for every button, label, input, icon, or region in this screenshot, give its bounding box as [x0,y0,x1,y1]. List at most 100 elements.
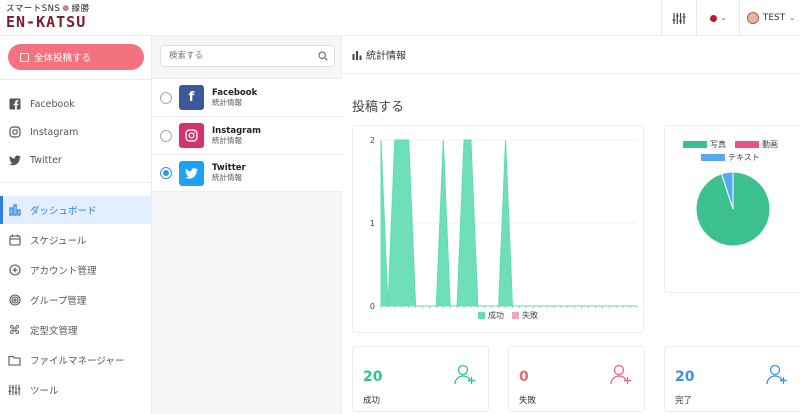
account-radio[interactable] [160,167,172,179]
sidebar-item-label: ファイルマネージャー [30,356,125,367]
account-name: Facebook [212,87,258,98]
legend-label: 写真 [710,139,726,149]
y-tick-label: 1 [370,219,375,228]
stat-card-complete: 20 完了 [664,346,800,412]
search-input[interactable] [160,45,335,67]
sidebar-item-accounts[interactable]: アカウント管理 [0,256,152,284]
y-tick-label: 2 [370,136,375,145]
stat-label: 失敗 [519,396,537,406]
edit-icon [20,52,29,62]
sliders-icon [8,384,21,397]
legend-swatch [735,141,759,148]
media-type-pie-chart: 写真 動画テキスト [683,139,778,247]
top-bar: スマートSNS ❁ 縁勝 EN-KATSU ⌄ TEST ⌄ [0,0,800,36]
user-plus-icon [766,364,787,385]
stat-value: 20 [675,369,695,385]
main-content: 統計情報 投稿する 0 1 2 成功 失敗 写真 動画 テキスト 20 成功 0 失敗 20… [342,36,800,414]
divider [0,182,152,183]
legend-swatch [478,312,485,319]
logo-title: EN-KATSU [6,13,87,31]
account-sub: 統計情報 [212,173,242,182]
account-name: Twitter [212,163,246,173]
stat-label: 完了 [675,396,693,406]
legend-swatch [683,141,707,148]
sidebar-item-schedule[interactable]: スケジュール [0,226,152,254]
plus-circle-icon [8,264,21,277]
stat-value: 20 [363,369,383,385]
posts-chart-card: 0 1 2 成功 失敗 [352,125,644,333]
folder-icon [8,354,21,367]
user-menu[interactable]: TEST ⌄ [742,0,800,36]
account-radio[interactable] [160,129,172,142]
account-item-instagram[interactable]: Instagram 統計情報 [152,116,342,154]
section-title: 投稿する [352,100,405,115]
post-all-label: 全体投稿する [34,53,92,64]
sidebar-item-label: グループ管理 [30,296,87,307]
sidebar-item-label: ツール [30,386,59,397]
japan-flag-icon [709,14,717,22]
stat-value: 0 [519,369,529,385]
account-radio[interactable] [160,91,172,104]
bar-chart-icon [8,204,21,217]
twitter-icon [179,160,204,186]
post-all-button[interactable]: 全体投稿する [8,44,144,70]
posts-area-chart: 0 1 2 成功 失敗 [370,136,638,320]
legend-label: 動画 [762,140,778,149]
sidebar-item-instagram[interactable]: Instagram [0,118,152,146]
media-type-chart-card: 写真 動画 テキスト [664,125,800,293]
calendar-icon [8,234,21,247]
account-sub: 統計情報 [212,97,242,107]
sidebar-item-label: Instagram [30,126,79,138]
chevron-down-icon: ⌄ [789,14,796,22]
divider [0,79,152,80]
legend-swatch [512,312,519,319]
account-sub: 統計情報 [212,135,242,145]
sidebar-item-file-manager[interactable]: ファイルマネージャー [0,346,152,374]
sidebar: 全体投稿する Facebook Instagram Twitter ダッシュボー… [0,36,152,414]
user-plus-icon [610,364,631,385]
app-logo[interactable]: スマートSNS ❁ 縁勝 EN-KATSU [6,2,90,32]
account-item-twitter[interactable]: Twitter 統計情報 [152,154,342,192]
avatar [746,12,759,24]
search-icon[interactable] [318,51,328,61]
divider [739,0,740,36]
legend-label: 失敗 [522,310,538,320]
settings-sliders-button[interactable] [662,0,696,36]
sidebar-item-label: ダッシュボード [30,206,97,217]
user-plus-icon [454,364,475,385]
sidebar-item-label: アカウント管理 [30,266,97,277]
legend-label: テキスト [728,153,760,162]
logo-mark-icon: ❁ [62,3,70,13]
stat-label: 成功 [363,396,381,406]
facebook-icon: f [179,85,204,110]
stat-card-failure: 0 失敗 [508,346,645,412]
sliders-icon [672,12,686,24]
user-name: TEST [762,13,786,23]
account-item-facebook[interactable]: f Facebook 統計情報 [152,78,342,116]
language-dropdown[interactable]: ⌄ [697,0,739,36]
twitter-icon [8,154,21,167]
sidebar-item-tools[interactable]: ツール [0,376,152,404]
facebook-icon [8,98,21,111]
bar-chart-icon [352,50,362,60]
legend-label: 成功 [488,310,504,320]
page-header: 統計情報 [342,36,800,74]
sidebar-item-groups[interactable]: グループ管理 [0,286,152,314]
sidebar-item-facebook[interactable]: Facebook [0,90,152,118]
account-list-panel: f Facebook 統計情報 Instagram 統計情報 Twitter 統… [152,36,342,414]
account-name: Instagram [212,125,261,136]
target-icon [8,294,21,307]
sidebar-item-templates[interactable]: ⌘ 定型文管理 [0,316,152,344]
sidebar-item-label: Twitter [30,154,62,166]
command-icon: ⌘ [8,323,21,337]
sidebar-item-label: スケジュール [30,236,87,247]
sidebar-item-dashboard[interactable]: ダッシュボード [0,196,152,224]
legend-swatch [701,154,725,161]
stat-card-success: 20 成功 [352,346,489,412]
sidebar-item-label: 定型文管理 [30,326,78,337]
chevron-down-icon: ⌄ [720,14,727,22]
page-title: 統計情報 [366,51,406,62]
sidebar-item-label: Facebook [30,98,75,110]
instagram-icon [179,123,204,148]
sidebar-item-twitter[interactable]: Twitter [0,146,152,174]
